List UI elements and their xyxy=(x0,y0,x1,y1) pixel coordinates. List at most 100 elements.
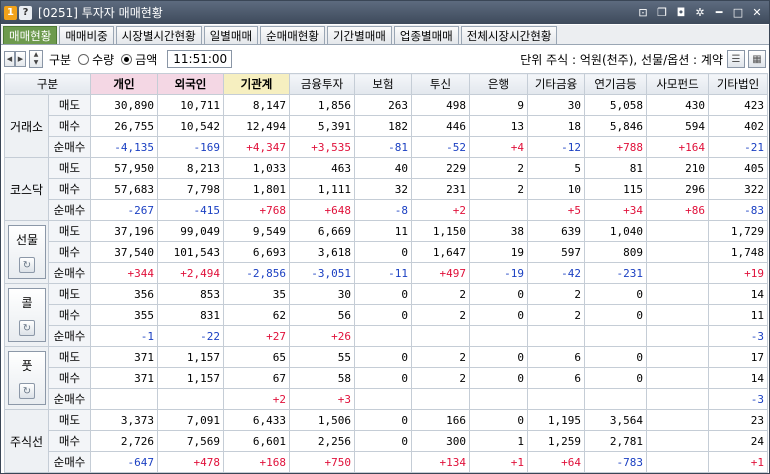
group-button[interactable]: 선물 ↻ xyxy=(8,225,46,279)
value-cell: 430 xyxy=(646,94,710,116)
value-cell: 1,506 xyxy=(289,409,356,431)
value-cell xyxy=(646,409,710,431)
table-row[interactable]: 순매수 -267 -415 +768 +648 -8 +2 +5 +34 +86 -83 xyxy=(5,199,769,221)
table-row[interactable]: 거래소 매도 30,890 10,711 8,147 1,856 263 498 9 30 5,05… xyxy=(4,94,769,158)
value-cell: 57,950 xyxy=(90,157,159,179)
header-financial-invest[interactable]: 금융투자 xyxy=(289,73,356,95)
value-cell: 10 xyxy=(527,178,586,200)
table-row[interactable]: 순매수 +2 +3 -3 xyxy=(5,388,769,410)
value-cell: 371 xyxy=(90,346,159,368)
group-button[interactable]: 풋 ↻ xyxy=(8,351,46,405)
table-row[interactable]: 매수 37,540 101,543 6,693 3,618 0 1,647 19 597 809 1… xyxy=(5,241,769,263)
value-cell: 1,195 xyxy=(527,409,586,431)
tab-trading-status[interactable]: 매매현황 xyxy=(3,26,58,44)
header-foreign[interactable]: 외국인 xyxy=(157,73,225,95)
value-cell: -3 xyxy=(708,325,769,347)
value-cell xyxy=(527,325,586,347)
gear-icon[interactable]: ✲ xyxy=(692,4,708,20)
header-gubun[interactable]: 구분 xyxy=(3,73,92,95)
table-row[interactable]: 풋 ↻ 매도 371 1,157 65 55 0 2 0 6 0 17 xyxy=(4,346,769,410)
down-arrow-icon[interactable]: ▼ xyxy=(34,59,39,67)
tab-market-time[interactable]: 시장별시간현황 xyxy=(115,26,202,44)
table-row[interactable]: 선물 ↻ 매도 37,196 99,049 9,549 6,669 11 1,150 38 639 1… xyxy=(4,220,769,284)
prev-arrow-icon[interactable]: ◀ xyxy=(4,51,15,67)
value-cell: 371 xyxy=(90,367,159,389)
screen-number-badge[interactable]: 1 xyxy=(4,5,17,20)
table-row[interactable]: 매수 371 1,157 67 58 0 2 0 6 0 14 xyxy=(5,367,769,389)
group-cell: 선물 ↻ xyxy=(4,220,49,284)
help-badge[interactable]: ? xyxy=(19,5,32,20)
value-cell: 6 xyxy=(527,346,586,368)
table-row[interactable]: 주식선 매도 3,373 7,091 6,433 1,506 0 166 0 1,195 3,564… xyxy=(4,409,769,473)
value-cell: 32 xyxy=(354,178,413,200)
next-arrow-icon[interactable]: ▶ xyxy=(15,51,26,67)
table-row[interactable]: 매수 355 831 62 56 0 2 0 2 0 11 xyxy=(5,304,769,326)
value-cell: 17 xyxy=(708,346,769,368)
group-button[interactable]: 콜 ↻ xyxy=(8,288,46,342)
table-row[interactable]: 매수 57,683 7,798 1,801 1,111 32 231 2 10 115 296 322 xyxy=(5,178,769,200)
value-cell: 56 xyxy=(289,304,356,326)
table-row[interactable]: 순매수 -1 -22 +27 +26 -3 xyxy=(5,325,769,347)
group-cell: 주식선 xyxy=(4,409,49,473)
excel-icon[interactable]: ▦ xyxy=(748,50,766,68)
refresh-icon[interactable]: ↻ xyxy=(19,383,35,400)
table-row[interactable]: 순매수 +344 +2,494 -2,856 -3,051 -11 +497 -19 -42 -2… xyxy=(5,262,769,284)
link-icon[interactable]: ⊡ xyxy=(635,4,651,20)
header-insurance[interactable]: 보험 xyxy=(354,73,413,95)
header-trust[interactable]: 투신 xyxy=(411,73,471,95)
radio-amount[interactable]: 금액 xyxy=(121,51,157,68)
close-icon[interactable]: ✕ xyxy=(749,4,765,20)
value-cell: +648 xyxy=(289,199,356,221)
tab-net-trading[interactable]: 순매매현황 xyxy=(260,26,325,44)
value-cell: 2 xyxy=(411,304,471,326)
header-pension[interactable]: 연기금등 xyxy=(584,73,648,95)
tab-period[interactable]: 기간별매매 xyxy=(326,26,392,44)
tab-all-market-time[interactable]: 전체시장시간현황 xyxy=(460,26,558,44)
value-cell: +3 xyxy=(289,388,356,410)
up-arrow-icon[interactable]: ▲ xyxy=(34,51,39,59)
row-label: 매도 xyxy=(47,409,92,431)
table-row[interactable]: 매수 2,726 7,569 6,601 2,256 0 300 1 1,259 2,781 24 xyxy=(5,430,769,452)
value-cell: 2,726 xyxy=(90,430,159,452)
value-cell: 101,543 xyxy=(157,241,225,263)
camera-icon[interactable]: ◘ xyxy=(673,4,689,20)
table-row[interactable]: 순매수 -647 +478 +168 +750 +134 +1 +64 -783 +1 xyxy=(5,451,769,473)
value-cell: 5,846 xyxy=(584,115,648,137)
group-cell: 거래소 xyxy=(4,94,49,158)
value-cell: 1,647 xyxy=(411,241,471,263)
tab-sector[interactable]: 업종별매매 xyxy=(393,26,459,44)
group-name: 콜 xyxy=(21,295,33,310)
value-cell: 356 xyxy=(90,283,159,305)
refresh-icon[interactable]: ↻ xyxy=(19,257,35,274)
copy-icon[interactable]: ❐ xyxy=(654,4,670,20)
tab-trading-ratio[interactable]: 매매비중 xyxy=(59,26,114,44)
value-cell: 37,540 xyxy=(90,241,159,263)
value-cell: -52 xyxy=(411,136,471,158)
radio-circle-selected[interactable] xyxy=(121,53,133,65)
value-cell: 115 xyxy=(584,178,648,200)
radio-circle[interactable] xyxy=(78,53,90,65)
up-down-stepper[interactable]: ▲ ▼ xyxy=(29,50,43,68)
table-row[interactable]: 순매수 -4,135 -169 +4,347 +3,535 -81 -52 +4 -12 +788… xyxy=(5,136,769,158)
time-input[interactable] xyxy=(167,50,233,68)
list-view-icon[interactable]: ☰ xyxy=(727,50,745,68)
header-private-fund[interactable]: 사모펀드 xyxy=(646,73,710,95)
value-cell: 263 xyxy=(354,94,413,116)
window-title: [0251] 투자자 매매현황 xyxy=(38,6,163,20)
header-other-corp[interactable]: 기타법인 xyxy=(708,73,769,95)
refresh-icon[interactable]: ↻ xyxy=(19,320,35,337)
value-cell: 13 xyxy=(469,115,529,137)
minimize-icon[interactable]: ━ xyxy=(711,4,727,20)
tab-daily[interactable]: 일별매매 xyxy=(203,26,259,44)
maximize-icon[interactable]: □ xyxy=(730,4,746,20)
table-row[interactable]: 매수 26,755 10,542 12,494 5,391 182 446 13 18 5,846… xyxy=(5,115,769,137)
header-bank[interactable]: 은행 xyxy=(469,73,529,95)
header-institution[interactable]: 기관계 xyxy=(223,73,291,95)
table-row[interactable]: 코스닥 매도 57,950 8,213 1,033 463 40 229 2 5 81 210 405 xyxy=(4,157,769,221)
value-cell: 0 xyxy=(354,367,413,389)
value-cell: -8 xyxy=(354,199,413,221)
radio-quantity[interactable]: 수량 xyxy=(78,51,114,68)
header-individual[interactable]: 개인 xyxy=(90,73,159,95)
header-other-finance[interactable]: 기타금융 xyxy=(527,73,586,95)
table-row[interactable]: 콜 ↻ 매도 356 853 35 30 0 2 0 2 0 14 xyxy=(4,283,769,347)
